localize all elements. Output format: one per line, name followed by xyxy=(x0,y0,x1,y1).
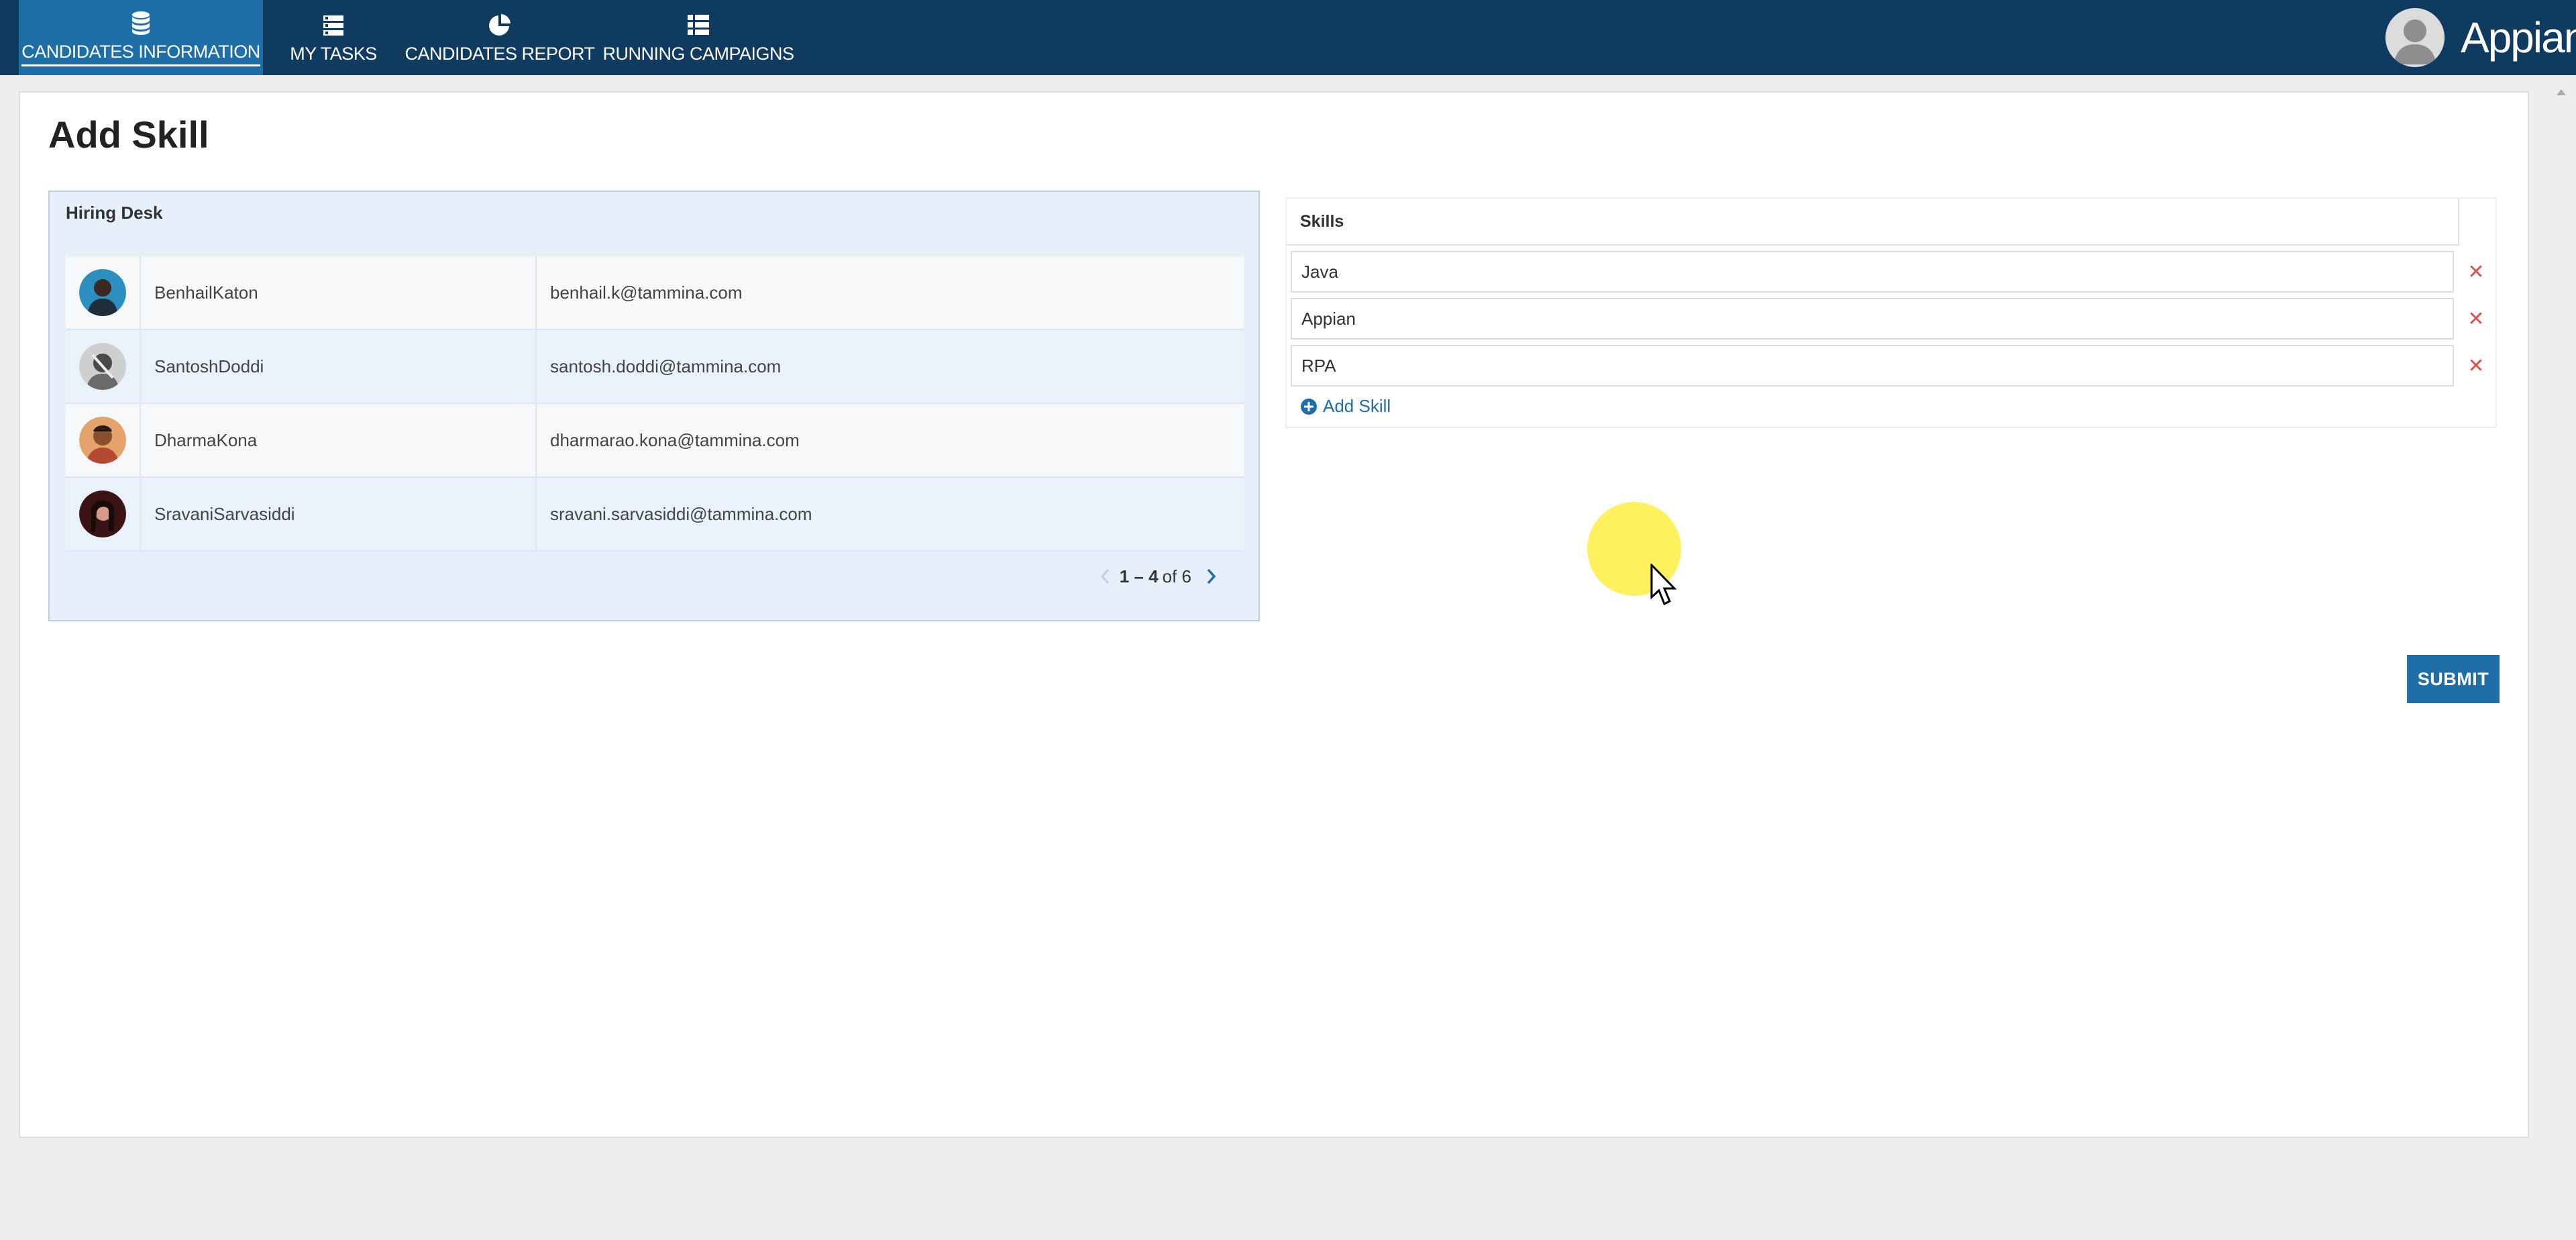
skill-row: ✕ xyxy=(1291,345,2494,386)
skill-input[interactable] xyxy=(1291,298,2454,340)
avatar-cell xyxy=(66,477,141,551)
avatar-cell xyxy=(66,403,141,477)
submit-button[interactable]: SUBMIT xyxy=(2407,655,2500,703)
skills-header-label: Skills xyxy=(1300,212,1344,231)
skill-row: ✕ xyxy=(1291,298,2494,340)
skill-row: ✕ xyxy=(1291,251,2494,293)
person-photo-icon xyxy=(79,269,126,316)
page-title: Add Skill xyxy=(48,113,209,156)
hiring-desk-panel: Hiring Desk BenhailKaton benhail.k@tammi… xyxy=(48,191,1260,621)
hiring-desk-label: Hiring Desk xyxy=(66,203,163,223)
mouse-pointer-icon xyxy=(1650,564,1677,606)
avatar-cell xyxy=(66,256,141,329)
tab-my-tasks[interactable]: MY TASKS xyxy=(282,0,385,75)
candidate-email: sravani.sarvasiddi@tammina.com xyxy=(550,503,812,524)
remove-icon[interactable]: ✕ xyxy=(2461,350,2491,381)
list-icon xyxy=(688,14,709,35)
remove-icon[interactable]: ✕ xyxy=(2461,256,2491,287)
tab-candidates-report[interactable]: CANDIDATES REPORT xyxy=(405,0,595,75)
database-icon xyxy=(132,11,150,35)
candidate-email: dharmarao.kona@tammina.com xyxy=(550,429,800,450)
plus-circle-icon xyxy=(1301,398,1317,415)
hiring-desk-grid: BenhailKaton benhail.k@tammina.com Santo… xyxy=(66,256,1244,552)
table-row[interactable]: BenhailKaton benhail.k@tammina.com xyxy=(66,256,1244,330)
top-navigation-bar: CANDIDATES INFORMATION MY TASKS CANDIDAT… xyxy=(0,0,2576,75)
person-photo-icon xyxy=(79,417,126,464)
scroll-up-arrow-icon[interactable] xyxy=(2555,86,2568,99)
pie-chart-icon xyxy=(489,13,511,36)
candidate-name: SravaniSarvasiddi xyxy=(141,477,537,551)
candidate-name: DharmaKona xyxy=(141,403,537,477)
skills-grid: Skills ✕ ✕ ✕ Add Skill xyxy=(1285,197,2497,428)
tab-label: MY TASKS xyxy=(290,43,377,64)
add-skill-link[interactable]: Add Skill xyxy=(1300,396,1391,417)
remove-icon[interactable]: ✕ xyxy=(2461,303,2491,334)
skill-input[interactable] xyxy=(1291,251,2454,293)
tasks-icon xyxy=(323,15,343,36)
tab-label: CANDIDATES REPORT xyxy=(405,43,595,64)
tab-label: CANDIDATES INFORMATION xyxy=(21,42,260,66)
pagination-range: 1 – 4 xyxy=(1119,566,1159,586)
candidate-name: BenhailKaton xyxy=(141,256,537,329)
person-photo-icon xyxy=(79,490,126,537)
table-row[interactable]: DharmaKona dharmarao.kona@tammina.com xyxy=(66,403,1244,478)
chevron-right-icon[interactable] xyxy=(1201,565,1221,588)
pagination-total: of 6 xyxy=(1162,566,1191,586)
table-row[interactable]: SravaniSarvasiddi sravani.sarvasiddi@tam… xyxy=(66,477,1244,552)
tab-candidates-information[interactable]: CANDIDATES INFORMATION xyxy=(19,0,263,75)
user-silhouette-icon xyxy=(2385,8,2445,67)
table-row[interactable]: SantoshDoddi santosh.doddi@tammina.com xyxy=(66,329,1244,404)
person-photo-icon xyxy=(79,343,126,390)
candidate-email: santosh.doddi@tammina.com xyxy=(550,356,782,376)
skills-header: Skills xyxy=(1287,199,2459,246)
chevron-left-icon[interactable] xyxy=(1095,565,1116,588)
add-skill-label: Add Skill xyxy=(1323,396,1391,416)
tab-running-campaigns[interactable]: RUNNING CAMPAIGNS xyxy=(602,0,794,75)
avatar-cell xyxy=(66,329,141,403)
candidate-email: benhail.k@tammina.com xyxy=(550,282,743,303)
tab-label: RUNNING CAMPAIGNS xyxy=(602,43,794,64)
pagination: 1 – 4 of 6 xyxy=(1095,565,1221,588)
user-avatar[interactable] xyxy=(2385,8,2445,67)
main-card: Add Skill Hiring Desk BenhailKaton benha… xyxy=(19,91,2529,1138)
skill-input[interactable] xyxy=(1291,345,2454,386)
appian-logo: Appian xyxy=(2461,13,2576,62)
candidate-name: SantoshDoddi xyxy=(141,329,537,403)
